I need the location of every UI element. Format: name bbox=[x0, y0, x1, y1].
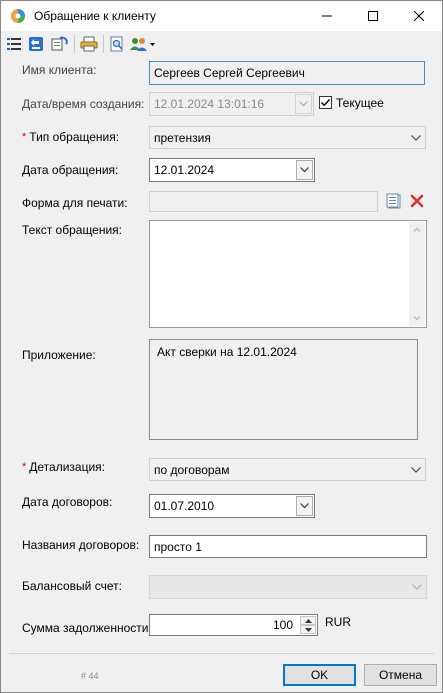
title-bar: Обращение к клиенту bbox=[1, 1, 442, 31]
cancel-button[interactable]: Отмена bbox=[364, 664, 437, 686]
toolbar-separator bbox=[74, 35, 75, 53]
debt-currency-label: RUR bbox=[325, 615, 351, 629]
close-icon bbox=[414, 11, 424, 21]
users-dropdown-button[interactable] bbox=[129, 34, 157, 54]
print-form-label: Форма для печати: bbox=[22, 196, 128, 210]
current-checkbox[interactable] bbox=[319, 96, 332, 109]
debt-amount-spinner[interactable]: 100 bbox=[149, 614, 318, 636]
request-date-picker-button[interactable] bbox=[296, 160, 313, 180]
minimize-icon bbox=[322, 15, 332, 17]
contracts-names-label: Названия договоров: bbox=[22, 538, 140, 552]
request-type-label: * Тип обращения: bbox=[22, 130, 119, 144]
chevron-down-icon bbox=[300, 503, 309, 509]
chevron-down-icon bbox=[411, 134, 421, 141]
scroll-up-icon[interactable] bbox=[409, 224, 425, 236]
toolbar bbox=[1, 31, 442, 57]
attachment-value: Акт сверки на 12.01.2024 bbox=[157, 345, 297, 359]
arrow-down-icon bbox=[304, 627, 312, 632]
checkmark-icon bbox=[321, 99, 331, 107]
request-text-scrollbar[interactable] bbox=[409, 222, 425, 326]
print-button[interactable] bbox=[79, 34, 99, 54]
back-icon bbox=[29, 37, 43, 51]
debt-amount-decrement-button[interactable] bbox=[300, 625, 316, 634]
chevron-down-icon bbox=[300, 167, 309, 173]
current-checkbox-label: Текущее bbox=[336, 96, 384, 110]
ok-button[interactable]: OK bbox=[283, 664, 356, 686]
request-type-select[interactable]: претензия bbox=[149, 126, 426, 149]
print-form-select-button[interactable] bbox=[385, 192, 403, 210]
chevron-down-icon bbox=[299, 101, 308, 107]
client-name-label: Имя клиента: bbox=[22, 63, 97, 77]
print-form-field bbox=[149, 191, 378, 212]
created-datetime-field: 12.01.2024 13:01:16 bbox=[149, 92, 314, 116]
contracts-names-field[interactable]: просто 1 bbox=[149, 535, 427, 558]
contracts-date-field[interactable]: 01.07.2010 bbox=[149, 494, 315, 518]
request-type-label-text: Тип обращения: bbox=[29, 130, 120, 144]
detail-label: * Детализация: bbox=[22, 460, 105, 474]
debt-amount-value: 100 bbox=[272, 618, 293, 632]
print-form-clear-button[interactable] bbox=[408, 192, 426, 210]
chevron-down-icon bbox=[412, 584, 422, 590]
refresh-icon bbox=[51, 36, 68, 51]
delete-icon bbox=[410, 194, 424, 208]
back-button[interactable] bbox=[26, 34, 46, 54]
created-datetime-picker-button bbox=[295, 94, 312, 114]
created-datetime-value: 12.01.2024 13:01:16 bbox=[154, 97, 265, 111]
dialog-window: Обращение к клиенту Имя клиента: Сергеев… bbox=[0, 0, 443, 693]
request-type-value: претензия bbox=[154, 130, 211, 145]
preview-button[interactable] bbox=[107, 34, 127, 54]
request-text-label: Текст обращения: bbox=[22, 223, 123, 237]
printer-icon bbox=[80, 36, 98, 52]
footer-divider bbox=[9, 653, 434, 654]
refresh-button[interactable] bbox=[50, 34, 70, 54]
toolbar-separator bbox=[103, 35, 104, 53]
list-button[interactable] bbox=[4, 34, 24, 54]
arrow-up-icon bbox=[304, 618, 312, 623]
attachment-area: Акт сверки на 12.01.2024 bbox=[149, 339, 418, 440]
detail-value: по договорам bbox=[154, 462, 230, 477]
record-id: # 44 bbox=[81, 671, 99, 681]
scroll-down-icon[interactable] bbox=[409, 312, 425, 324]
client-name-field[interactable]: Сергеев Сергей Сергеевич bbox=[149, 61, 425, 85]
contracts-date-picker-button[interactable] bbox=[296, 496, 313, 516]
list-icon bbox=[7, 38, 21, 50]
request-date-field[interactable]: 12.01.2024 bbox=[149, 158, 315, 182]
document-list-icon bbox=[386, 193, 401, 209]
minimize-button[interactable] bbox=[304, 1, 350, 31]
users-dropdown-icon bbox=[130, 38, 155, 51]
app-icon bbox=[10, 8, 26, 24]
preview-icon bbox=[110, 36, 123, 52]
maximize-button[interactable] bbox=[350, 1, 396, 31]
balance-account-dropdown-arrow bbox=[408, 576, 426, 598]
required-marker: * bbox=[22, 131, 27, 143]
window-title: Обращение к клиенту bbox=[34, 9, 156, 23]
client-name-value: Сергеев Сергей Сергеевич bbox=[154, 66, 305, 80]
request-date-value: 12.01.2024 bbox=[154, 163, 215, 177]
maximize-icon bbox=[368, 11, 378, 21]
contracts-names-value: просто 1 bbox=[154, 539, 202, 554]
detail-label-text: Детализация: bbox=[29, 460, 106, 474]
detail-select[interactable]: по договорам bbox=[149, 458, 426, 481]
balance-account-label: Балансовый счет: bbox=[22, 579, 122, 593]
contracts-date-value: 01.07.2010 bbox=[154, 499, 215, 513]
contracts-date-label: Дата договоров: bbox=[22, 495, 113, 509]
debt-amount-label: Сумма задолженности: bbox=[22, 621, 152, 635]
debt-amount-increment-button[interactable] bbox=[300, 616, 316, 625]
chevron-down-icon bbox=[411, 466, 421, 473]
created-datetime-label: Дата/время создания: bbox=[22, 97, 145, 111]
request-type-dropdown-arrow[interactable] bbox=[407, 127, 425, 148]
balance-account-select bbox=[149, 575, 427, 599]
detail-dropdown-arrow[interactable] bbox=[407, 459, 425, 480]
request-text-area[interactable] bbox=[149, 220, 427, 328]
request-date-label: Дата обращения: bbox=[22, 163, 119, 177]
close-window-button[interactable] bbox=[396, 1, 442, 31]
attachment-label: Приложение: bbox=[22, 348, 96, 362]
required-marker: * bbox=[22, 461, 27, 473]
